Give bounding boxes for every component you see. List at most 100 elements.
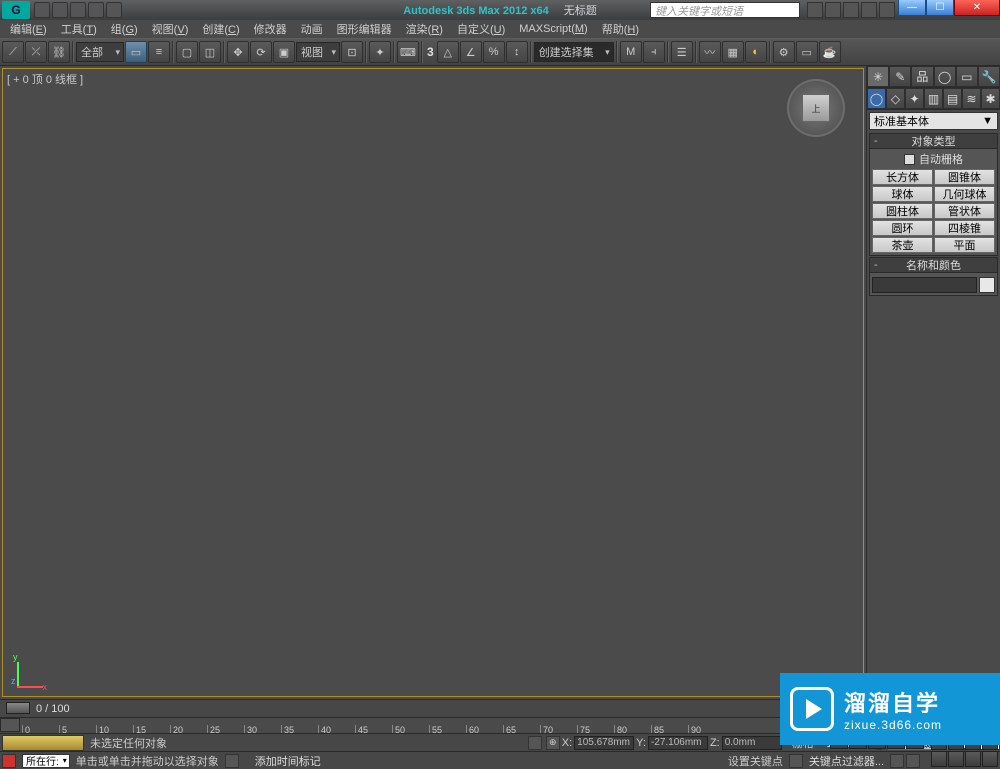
object-type-button[interactable]: 几何球体 [934, 186, 995, 202]
object-color-swatch[interactable] [979, 277, 995, 293]
menu-编辑[interactable]: 编辑(E) [4, 20, 53, 38]
key-filter-link[interactable]: 关键点过滤器... [809, 753, 884, 769]
row-dropdown[interactable]: 所在行: [22, 754, 70, 768]
menu-创建[interactable]: 创建(C) [196, 20, 245, 38]
menu-渲染[interactable]: 渲染(R) [400, 20, 449, 38]
script-listener-icon[interactable] [2, 754, 16, 768]
object-type-button[interactable]: 管状体 [934, 203, 995, 219]
qat-button[interactable] [106, 2, 122, 18]
viewcube-face[interactable]: 上 [802, 94, 830, 122]
keyboard-shortcut-icon[interactable]: ⌨ [397, 41, 419, 63]
move-icon[interactable]: ✥ [227, 41, 249, 63]
object-type-button[interactable]: 圆柱体 [872, 203, 933, 219]
qat-button[interactable] [52, 2, 68, 18]
selection-filter-dropdown[interactable]: 全部 [76, 42, 124, 62]
menu-MAXScript[interactable]: MAXScript(M) [513, 22, 593, 36]
zoom-region-icon[interactable] [931, 751, 947, 767]
cameras-icon[interactable]: ▥ [924, 88, 943, 109]
pivot-center-icon[interactable]: ⊡ [341, 41, 363, 63]
render-setup-icon[interactable]: ⚙ [773, 41, 795, 63]
playback-button[interactable] [906, 754, 920, 768]
layer-manager-icon[interactable]: ☰ [671, 41, 693, 63]
mirror-icon[interactable]: M [620, 41, 642, 63]
orbit-icon[interactable] [948, 751, 964, 767]
rollout-object-type[interactable]: 对象类型 [869, 133, 998, 149]
object-type-button[interactable]: 茶壶 [872, 237, 933, 253]
spacewarps-icon[interactable]: ≋ [962, 88, 981, 109]
add-time-tag[interactable]: 添加时间标记 [255, 753, 321, 769]
object-type-button[interactable]: 四棱锥 [934, 220, 995, 236]
info-button[interactable] [879, 2, 895, 18]
curve-editor-icon[interactable]: 〰 [699, 41, 721, 63]
menu-工具[interactable]: 工具(T) [55, 20, 103, 38]
object-type-button[interactable]: 球体 [872, 186, 933, 202]
bind-icon[interactable]: ⛓ [48, 41, 70, 63]
setkey-button[interactable]: 设置关键点 [728, 753, 783, 769]
motion-tab-icon[interactable]: ◯ [934, 66, 956, 87]
menu-组[interactable]: 组(G) [105, 20, 144, 38]
angle-snap-icon[interactable]: ∠ [460, 41, 482, 63]
lights-icon[interactable]: ✦ [905, 88, 924, 109]
display-tab-icon[interactable]: ▭ [956, 66, 978, 87]
rendered-frame-icon[interactable]: ▭ [796, 41, 818, 63]
ref-coord-dropdown[interactable]: 视图 [296, 42, 340, 62]
object-type-button[interactable]: 平面 [934, 237, 995, 253]
unlink-icon[interactable]: ⤫ [25, 41, 47, 63]
menu-动画[interactable]: 动画 [295, 20, 329, 38]
rect-region-icon[interactable]: ▢ [176, 41, 198, 63]
select-by-name-icon[interactable]: ≡ [148, 41, 170, 63]
material-editor-icon[interactable]: ◐ [745, 41, 767, 63]
create-tab-icon[interactable]: ✳ [867, 66, 889, 87]
trackbar-key-button[interactable] [0, 718, 20, 732]
info-button[interactable] [825, 2, 841, 18]
menu-视图[interactable]: 视图(V) [146, 20, 195, 38]
named-selection-dropdown[interactable]: 创建选择集 [534, 42, 614, 62]
qat-button[interactable] [88, 2, 104, 18]
shapes-icon[interactable]: ◇ [886, 88, 905, 109]
info-button[interactable] [843, 2, 859, 18]
selection-lock-icon[interactable] [528, 736, 542, 750]
maximize-viewport-icon[interactable] [965, 751, 981, 767]
rollout-name-color[interactable]: 名称和颜色 [869, 257, 998, 273]
autogrid-row[interactable]: 自动栅格 [872, 151, 995, 167]
window-crossing-icon[interactable]: ◫ [199, 41, 221, 63]
schematic-view-icon[interactable]: ▦ [722, 41, 744, 63]
mini-curve-editor[interactable] [2, 735, 84, 751]
object-name-input[interactable] [872, 277, 977, 293]
systems-icon[interactable]: ✱ [981, 88, 1000, 109]
geometry-icon[interactable]: ◯ [867, 88, 886, 109]
close-button[interactable]: ✕ [954, 0, 1000, 16]
object-type-button[interactable]: 长方体 [872, 169, 933, 185]
spinner-snap-icon[interactable]: ↕ [506, 41, 528, 63]
autogrid-checkbox[interactable] [904, 154, 915, 165]
help-search-input[interactable]: 键入关键字或短语 [650, 2, 800, 18]
menu-修改器[interactable]: 修改器 [248, 20, 293, 38]
info-button[interactable] [861, 2, 877, 18]
viewport[interactable]: [ + 0 顶 0 线框 ] 上 yxz [2, 68, 864, 697]
key-mode-icon[interactable] [789, 754, 803, 768]
hierarchy-tab-icon[interactable]: 品 [911, 66, 933, 87]
select-object-icon[interactable]: ▭ [125, 41, 147, 63]
qat-button[interactable] [34, 2, 50, 18]
menu-帮助[interactable]: 帮助(H) [596, 20, 645, 38]
coord-x-input[interactable]: 105.678mm [574, 736, 634, 750]
time-slider-thumb[interactable] [6, 702, 30, 714]
info-button[interactable] [807, 2, 823, 18]
utilities-tab-icon[interactable]: 🔧 [978, 66, 1000, 87]
render-production-icon[interactable]: ☕ [819, 41, 841, 63]
coord-z-input[interactable]: 0.0mm [722, 736, 782, 750]
maximize-button[interactable]: ☐ [926, 0, 954, 16]
object-type-button[interactable]: 圆锥体 [934, 169, 995, 185]
snap-toggle-icon[interactable]: △ [437, 41, 459, 63]
playback-button[interactable] [890, 754, 904, 768]
manipulate-icon[interactable]: ✦ [369, 41, 391, 63]
rotate-icon[interactable]: ⟳ [250, 41, 272, 63]
viewcube[interactable]: 上 [787, 79, 845, 137]
helpers-icon[interactable]: ▤ [943, 88, 962, 109]
menu-图形编辑器[interactable]: 图形编辑器 [331, 20, 398, 38]
object-type-button[interactable]: 圆环 [872, 220, 933, 236]
minimize-button[interactable]: — [898, 0, 926, 16]
app-logo-icon[interactable]: G [2, 1, 30, 19]
nav-icon[interactable] [982, 751, 998, 767]
scale-icon[interactable]: ▣ [273, 41, 295, 63]
